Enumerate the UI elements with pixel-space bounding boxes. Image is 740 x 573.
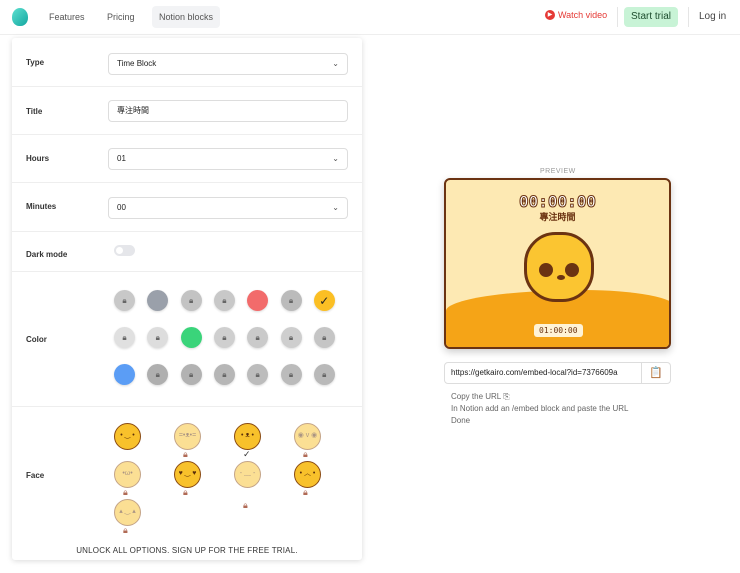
instruction-step-3: Done [451, 416, 471, 425]
chevron-down-icon: ⌄ [332, 59, 339, 68]
color-swatch-locked[interactable]: 🔒︎ [213, 364, 235, 385]
divider [688, 7, 689, 27]
dark-mode-label: Dark mode [26, 250, 68, 259]
instruction-step-2: In Notion add an /embed block and paste … [451, 404, 629, 413]
type-select[interactable]: Time Block ⌄ [108, 53, 348, 75]
hours-row: Hours 01 ⌄ [12, 135, 362, 183]
preview-label: PREVIEW [540, 168, 576, 175]
color-swatch-locked[interactable]: 🔒︎ [213, 290, 235, 311]
pumpkin-face-option[interactable]: ▴ ‿ ▴ [114, 499, 141, 526]
dark-mode-toggle[interactable] [114, 245, 135, 256]
heart-eyes-face-option[interactable]: ♥ ‿ ♥ [174, 461, 201, 488]
color-swatch-locked[interactable]: 🔒︎ [280, 327, 302, 348]
color-swatch-locked[interactable]: 🔒︎ [147, 364, 169, 385]
hours-select[interactable]: 01 ⌄ [108, 148, 348, 170]
play-icon: ▶ [545, 10, 555, 20]
smile-face-option[interactable]: • ‿ • [114, 423, 141, 450]
type-row: Type Time Block ⌄ [12, 38, 362, 87]
lock-icon: 🔒︎ [183, 487, 188, 497]
start-trial-button[interactable]: Start trial [624, 7, 679, 27]
type-value: Time Block [117, 59, 157, 68]
preview-duration: 01:00:00 [534, 324, 583, 337]
lock-icon: 🔒︎ [303, 487, 308, 497]
color-swatch-locked[interactable]: 🔒︎ [114, 290, 135, 311]
drool-face-option[interactable]: - ﹏ - [234, 461, 261, 488]
clipboard-icon: ⎘ [503, 392, 510, 401]
copy-url-button[interactable]: 📋 [642, 362, 671, 384]
chick-face-option[interactable]: • ︿ • [294, 461, 321, 488]
color-swatch-locked[interactable]: 🔒︎ [114, 327, 135, 348]
preview-title: 專注時間 [539, 212, 576, 222]
title-row: Title 專注時間 [12, 87, 362, 135]
hours-value: 01 [117, 154, 126, 163]
timer-preview: 00:00:00 專注時間 01:00:00 [444, 178, 671, 349]
logo-icon[interactable] [12, 8, 28, 26]
lock-icon: 🔒︎ [243, 500, 248, 510]
step-text: Copy the URL [451, 392, 501, 401]
color-swatch-locked[interactable]: 🔒︎ [280, 364, 302, 385]
lock-icon: 🔒︎ [123, 487, 128, 497]
lock-icon: 🔒︎ [123, 525, 128, 535]
lock-icon: 🔒︎ [183, 449, 188, 459]
minutes-label: Minutes [26, 202, 57, 211]
bear-face-option[interactable]: • ᴥ • [234, 423, 261, 450]
settings-panel: Type Time Block ⌄ Title 專注時間 Hours 01 ⌄ Mi… [12, 38, 362, 560]
top-nav: Features Pricing Notion blocks ▶ Watch vi… [0, 0, 740, 35]
embed-url-input[interactable]: https://getkairo.com/embed-local?id=7376… [444, 362, 642, 384]
check-icon: ✓ [243, 449, 251, 459]
nav-pricing[interactable]: Pricing [100, 6, 142, 28]
color-swatch[interactable] [114, 364, 135, 385]
title-input[interactable]: 專注時間 [108, 100, 348, 122]
color-swatch-locked[interactable]: 🔒︎ [247, 364, 269, 385]
face-label: Face [26, 471, 45, 480]
color-row: Color 🔒︎ 🔒︎ 🔒︎ 🔒︎ ✓ 🔒︎ 🔒︎ 🔒︎ 🔒︎ 🔒︎ 🔒︎ 🔒︎ 🔒︎ 🔒︎ 🔒︎ 🔒︎ 🔒︎ [12, 272, 362, 407]
unlock-banner[interactable]: UNLOCK ALL OPTIONS. SIGN UP FOR THE FREE… [12, 546, 362, 555]
dark-mode-row: Dark mode [12, 232, 362, 272]
instruction-step-1: Copy the URL ⎘ [451, 392, 510, 402]
bear-face-icon [521, 225, 597, 302]
color-swatch-locked[interactable]: 🔒︎ [313, 327, 335, 348]
minutes-value: 00 [117, 203, 126, 212]
divider [617, 7, 618, 27]
color-swatch-locked[interactable]: 🔒︎ [313, 364, 335, 385]
color-swatch[interactable]: ✓ [313, 290, 335, 311]
color-swatch-locked[interactable]: 🔒︎ [147, 327, 169, 348]
color-swatch[interactable] [147, 290, 169, 311]
minutes-row: Minutes 00 ⌄ [12, 183, 362, 232]
nav-notion-blocks[interactable]: Notion blocks [152, 6, 221, 28]
hours-label: Hours [26, 154, 50, 163]
watch-video-link[interactable]: ▶ Watch video [545, 10, 607, 20]
cat-face-option[interactable]: =•ᴥ•= [174, 423, 201, 450]
lock-icon: 🔒︎ [303, 449, 308, 459]
minutes-select[interactable]: 00 ⌄ [108, 197, 348, 219]
color-swatch-locked[interactable]: 🔒︎ [213, 327, 235, 348]
chevron-down-icon: ⌄ [332, 154, 339, 163]
login-link[interactable]: Log in [699, 11, 726, 22]
chevron-down-icon: ⌄ [332, 203, 339, 212]
color-swatch-locked[interactable]: 🔒︎ [180, 364, 202, 385]
hamster-face-option[interactable]: •ω• [114, 461, 141, 488]
color-label: Color [26, 335, 47, 344]
owl-face-option[interactable]: ◉ v ◉ [294, 423, 321, 450]
color-swatch-locked[interactable]: 🔒︎ [247, 327, 269, 348]
face-row: Face • ‿ • =•ᴥ•= 🔒︎ • ᴥ • ✓ ◉ v ◉ 🔒︎ •ω• 🔒︎ ♥ ‿ ♥… [12, 407, 362, 547]
title-label: Title [26, 107, 43, 116]
clipboard-icon: 📋 [649, 367, 663, 379]
preview-timer: 00:00:00 [518, 192, 597, 212]
type-label: Type [26, 58, 45, 67]
color-swatch-locked[interactable]: 🔒︎ [180, 290, 202, 311]
watch-video-label: Watch video [558, 10, 608, 20]
color-swatch-locked[interactable]: 🔒︎ [280, 290, 302, 311]
color-swatch[interactable] [247, 290, 269, 311]
nav-features[interactable]: Features [42, 6, 92, 28]
color-swatch[interactable] [180, 327, 202, 348]
